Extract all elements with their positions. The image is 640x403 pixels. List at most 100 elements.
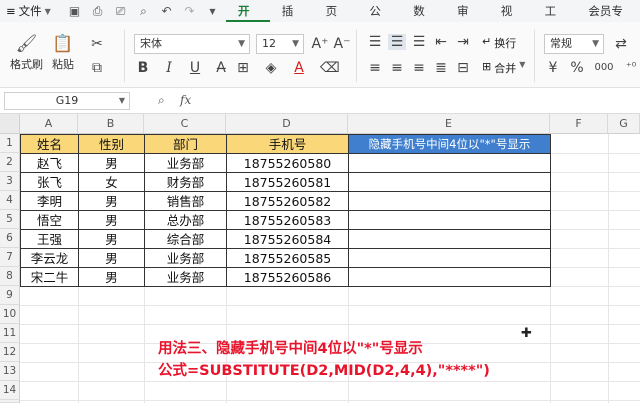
table-cell[interactable]: 18755260586 <box>227 268 348 287</box>
tab-view[interactable]: 视图 <box>489 0 533 40</box>
table-cell[interactable]: 李云龙 <box>21 249 78 268</box>
column-header-d[interactable]: D <box>226 114 348 134</box>
table-cell[interactable] <box>349 173 550 192</box>
borders-icon[interactable]: ⊞ <box>234 60 252 76</box>
table-cell[interactable]: 悟空 <box>21 211 78 230</box>
table-header-cell[interactable]: 手机号 <box>227 135 348 154</box>
merge-button[interactable]: ⊞ 合并 ▼ <box>482 60 525 76</box>
format-painter-button[interactable]: 🖌 格式刷 <box>10 32 43 72</box>
table-cell[interactable]: 业务部 <box>145 154 226 173</box>
currency-icon[interactable]: ¥ <box>544 60 562 76</box>
save-icon[interactable]: ▣ <box>68 4 81 18</box>
table-cell[interactable]: 宋二牛 <box>21 268 78 287</box>
paste-button[interactable]: 📋 粘贴 <box>52 32 74 72</box>
column-header-g[interactable]: G <box>608 114 640 134</box>
table-cell[interactable] <box>349 154 550 173</box>
align-left-icon[interactable]: ≡ <box>366 60 384 76</box>
insert-function-button[interactable]: fx <box>180 93 191 107</box>
tab-data[interactable]: 数据 <box>401 0 445 40</box>
spreadsheet-grid[interactable]: A B C D E F G 1 2 3 4 5 6 7 8 9 10 11 12… <box>0 114 640 403</box>
chevron-down-icon[interactable]: ▼ <box>206 7 219 16</box>
name-box[interactable]: G19 ▼ <box>4 92 130 110</box>
row-header[interactable]: 9 <box>0 286 20 305</box>
row-header[interactable]: 5 <box>0 210 20 229</box>
column-header-b[interactable]: B <box>78 114 144 134</box>
tab-page[interactable]: 页面 <box>314 0 358 40</box>
table-cell[interactable]: 18755260581 <box>227 173 348 192</box>
shrink-font-button[interactable]: A⁻ <box>333 36 351 52</box>
underline-button[interactable]: U <box>186 60 204 76</box>
align-middle-icon[interactable]: ☰ <box>388 34 406 50</box>
tab-review[interactable]: 审阅 <box>445 0 489 40</box>
table-header-cell[interactable]: 性别 <box>79 135 144 154</box>
convert-icon[interactable]: ⇄ <box>612 36 630 52</box>
row-header[interactable]: 10 <box>0 305 20 324</box>
cut-icon[interactable]: ✂ <box>88 36 106 52</box>
row-header[interactable]: 4 <box>0 191 20 210</box>
column-header-f[interactable]: F <box>550 114 608 134</box>
table-cell[interactable]: 综合部 <box>145 230 226 249</box>
print-preview-icon[interactable]: ⌕ <box>137 4 150 19</box>
file-menu[interactable]: ≡ 文件 ▼ <box>0 3 62 19</box>
tab-vip[interactable]: 会员专享 <box>576 0 640 40</box>
tab-formulas[interactable]: 公式 <box>357 0 401 40</box>
table-cell[interactable]: 业务部 <box>145 249 226 268</box>
table-cell[interactable]: 男 <box>79 249 144 268</box>
table-cell[interactable]: 财务部 <box>145 173 226 192</box>
table-cell[interactable]: 李明 <box>21 192 78 211</box>
table-cell[interactable]: 18755260585 <box>227 249 348 268</box>
row-header[interactable]: 14 <box>0 381 20 400</box>
tab-tools[interactable]: 工具 <box>533 0 577 40</box>
font-size-select[interactable]: 12 ▼ <box>256 34 304 54</box>
row-header[interactable]: 2 <box>0 153 20 172</box>
align-bottom-icon[interactable]: ☰ <box>410 34 428 50</box>
table-cell[interactable] <box>349 249 550 268</box>
row-header[interactable]: 7 <box>0 248 20 267</box>
table-cell[interactable]: 女 <box>79 173 144 192</box>
table-cell[interactable]: 王强 <box>21 230 78 249</box>
align-right-icon[interactable]: ≡ <box>410 60 428 76</box>
table-cell[interactable]: 男 <box>79 154 144 173</box>
row-header[interactable]: 1 <box>0 134 20 153</box>
justify-icon[interactable]: ≣ <box>432 60 450 76</box>
table-cell[interactable]: 18755260584 <box>227 230 348 249</box>
row-header[interactable]: 8 <box>0 267 20 286</box>
table-cell[interactable]: 男 <box>79 211 144 230</box>
table-cell[interactable]: 业务部 <box>145 268 226 287</box>
table-header-cell[interactable]: 部门 <box>145 135 226 154</box>
align-top-icon[interactable]: ☰ <box>366 34 384 50</box>
undo-icon[interactable]: ↶ <box>160 4 173 18</box>
table-cell[interactable]: 18755260583 <box>227 211 348 230</box>
number-format-select[interactable]: 常规 ▼ <box>544 34 604 54</box>
row-header[interactable]: 12 <box>0 343 20 362</box>
table-cell[interactable]: 18755260582 <box>227 192 348 211</box>
select-all-corner[interactable] <box>0 114 20 134</box>
row-header[interactable]: 3 <box>0 172 20 191</box>
table-cell[interactable] <box>349 230 550 249</box>
table-cell[interactable]: 18755260580 <box>227 154 348 173</box>
table-header-cell[interactable]: 隐藏手机号中间4位以"*"号显示 <box>349 135 550 154</box>
print-icon[interactable]: ⎚ <box>114 4 127 19</box>
indent-increase-icon[interactable]: ⇥ <box>454 34 472 50</box>
column-header-e[interactable]: E <box>348 114 550 134</box>
indent-decrease-icon[interactable]: ⇤ <box>432 34 450 50</box>
tab-insert[interactable]: 插入 <box>270 0 314 40</box>
table-cell[interactable]: 赵飞 <box>21 154 78 173</box>
fill-color-icon[interactable]: ◈ <box>262 60 280 76</box>
export-icon[interactable]: ⎙ <box>91 4 104 19</box>
distribute-icon[interactable]: ⊟ <box>454 60 472 76</box>
font-color-button[interactable]: A <box>290 60 308 76</box>
percent-button[interactable]: % <box>568 60 586 76</box>
table-cell[interactable]: 张飞 <box>21 173 78 192</box>
grow-font-button[interactable]: A⁺ <box>311 36 329 52</box>
row-header[interactable]: 13 <box>0 362 20 381</box>
zoom-icon[interactable]: ⌕ <box>158 93 165 108</box>
thousands-button[interactable]: 000 <box>592 62 616 73</box>
column-header-c[interactable]: C <box>144 114 226 134</box>
strikethrough-icon[interactable]: A̶ <box>212 60 230 76</box>
bold-button[interactable]: B <box>134 60 152 76</box>
table-cell[interactable]: 男 <box>79 268 144 287</box>
redo-icon[interactable]: ↷ <box>183 4 196 18</box>
row-header[interactable]: 6 <box>0 229 20 248</box>
table-cell[interactable] <box>349 268 550 287</box>
